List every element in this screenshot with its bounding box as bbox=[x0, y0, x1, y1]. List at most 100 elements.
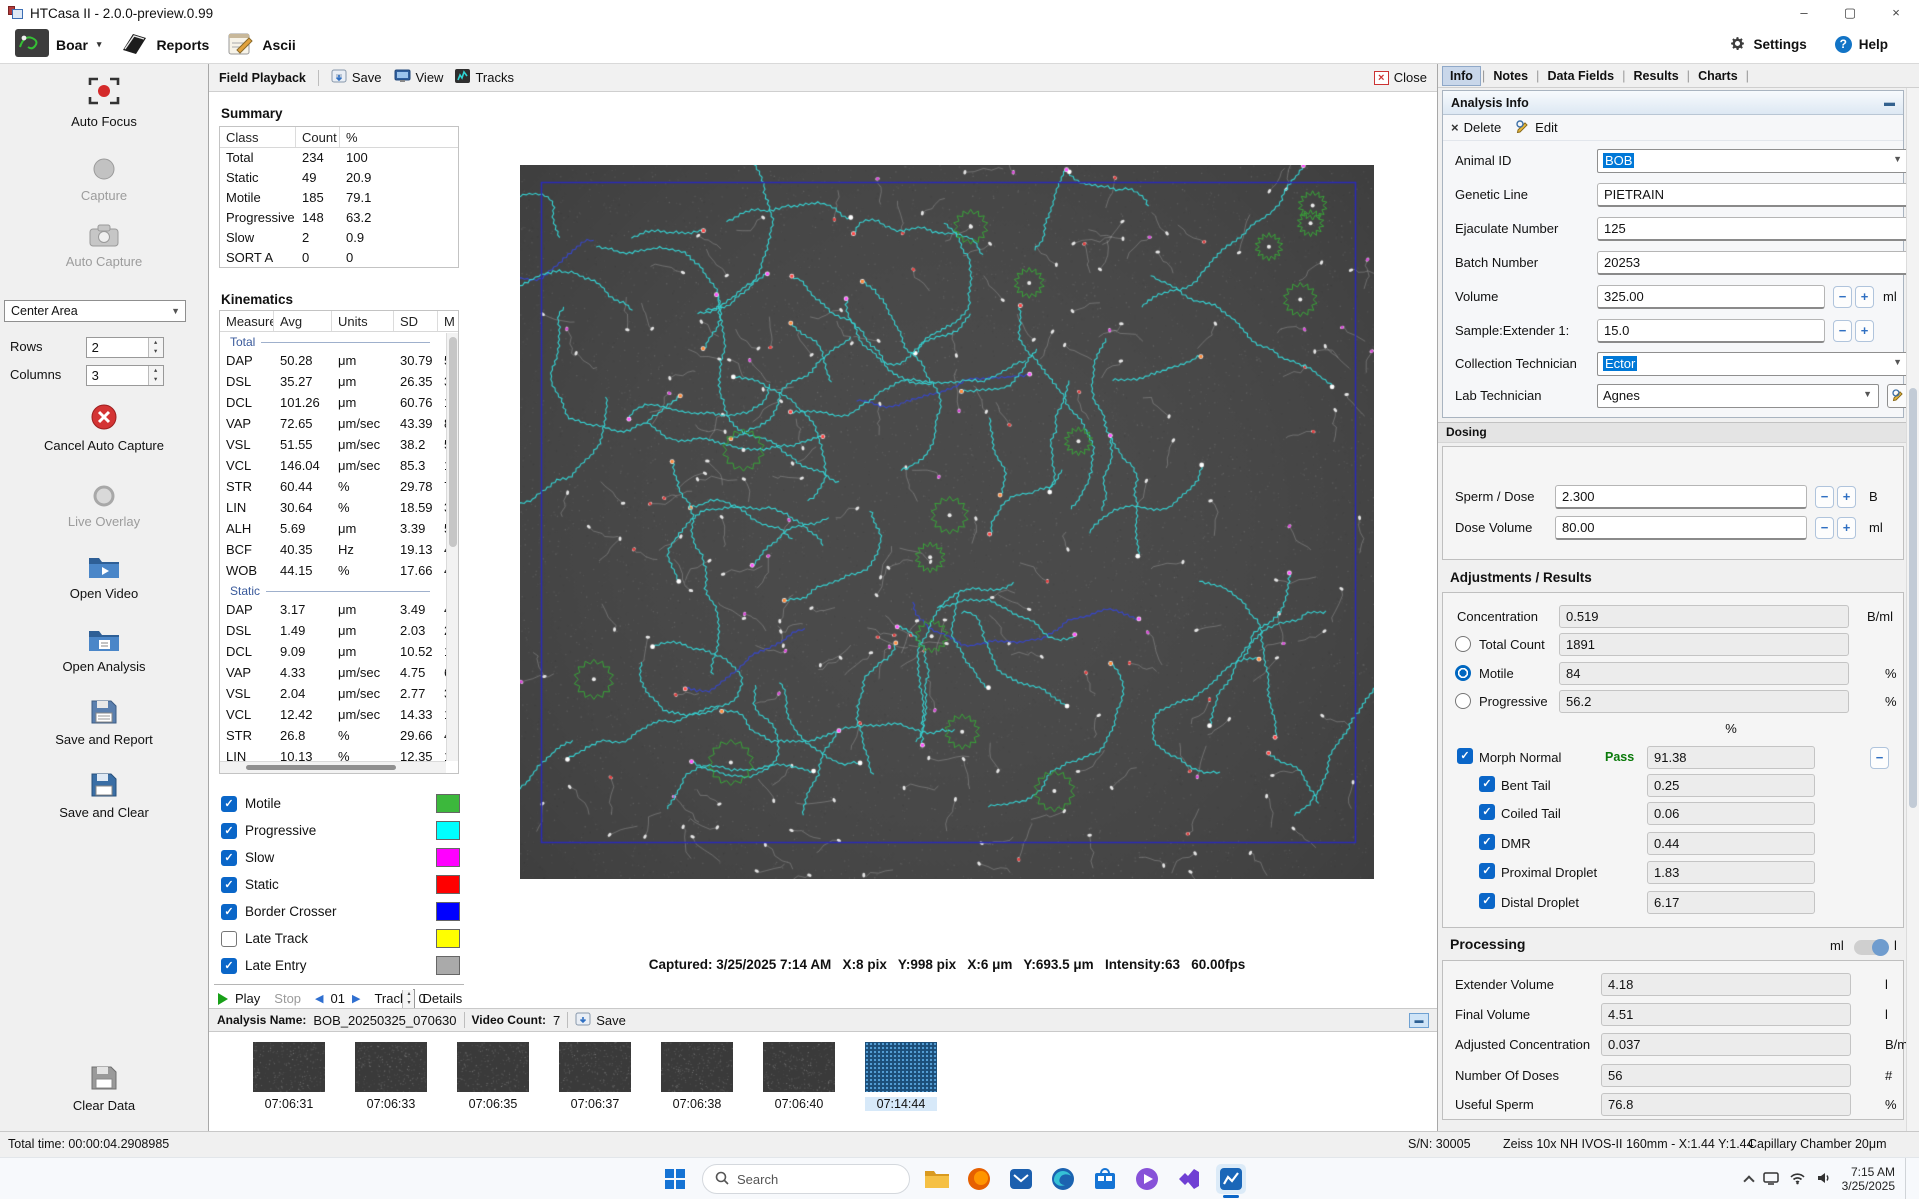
firefox-icon[interactable] bbox=[964, 1164, 994, 1194]
sperm-per-dose-increment-button[interactable]: + bbox=[1837, 486, 1856, 508]
track-spinner-arrows[interactable]: ▴▾ bbox=[402, 990, 414, 1008]
tracks-button[interactable]: Tracks bbox=[455, 69, 514, 86]
tab-charts[interactable]: Charts bbox=[1691, 67, 1745, 85]
collapse-filmstrip-button[interactable]: ▬ bbox=[1409, 1013, 1429, 1028]
taskbar-clock[interactable]: 7:15 AM 3/25/2025 bbox=[1842, 1165, 1895, 1193]
volume-increment-button[interactable]: + bbox=[1855, 286, 1874, 308]
lab-technician-combobox[interactable]: Agnes ▼ bbox=[1597, 384, 1879, 408]
next-field-button[interactable]: ▶ bbox=[352, 992, 360, 1005]
dmr-checkbox[interactable]: ✓ bbox=[1479, 834, 1495, 850]
class-color-swatch-motile[interactable] bbox=[436, 794, 460, 813]
capture-area-select[interactable]: Center Area ▼ bbox=[4, 300, 186, 322]
help-button[interactable]: ? Help bbox=[1826, 33, 1897, 56]
class-checkbox-static[interactable]: ✓ bbox=[221, 877, 237, 893]
track-stepper[interactable]: 0 ▴▾ bbox=[413, 989, 415, 1009]
sperm-per-dose-field[interactable]: 2.300 bbox=[1555, 485, 1807, 509]
htcasa-taskbar-icon[interactable] bbox=[1216, 1164, 1246, 1194]
stop-button[interactable]: Stop bbox=[274, 991, 301, 1006]
mail-app-icon[interactable] bbox=[1006, 1164, 1036, 1194]
units-toggle[interactable] bbox=[1854, 940, 1888, 955]
animal-id-combobox[interactable]: BOB ▼ bbox=[1597, 149, 1909, 173]
boar-button[interactable]: Boar ▾ bbox=[6, 26, 110, 63]
video-thumbnail-4[interactable]: 07:06:37 bbox=[559, 1042, 631, 1131]
class-color-swatch-late-entry[interactable] bbox=[436, 956, 460, 975]
ascii-button[interactable]: Ascii bbox=[218, 27, 304, 62]
delete-analysis-button[interactable]: × Delete bbox=[1451, 120, 1501, 135]
save-field-button[interactable]: Save bbox=[331, 69, 382, 86]
store-icon[interactable] bbox=[1090, 1164, 1120, 1194]
view-button[interactable]: View bbox=[394, 69, 444, 86]
file-explorer-icon[interactable] bbox=[922, 1164, 952, 1194]
batch-number-field[interactable]: 20253 bbox=[1597, 251, 1909, 275]
class-checkbox-late-track[interactable] bbox=[221, 931, 237, 947]
video-thumbnail-2[interactable]: 07:06:33 bbox=[355, 1042, 427, 1131]
distal-droplet-checkbox[interactable]: ✓ bbox=[1479, 893, 1495, 909]
dev-app-icon[interactable] bbox=[1174, 1164, 1204, 1194]
boar-dropdown-caret[interactable]: ▾ bbox=[97, 39, 102, 50]
reports-button[interactable]: Reports bbox=[110, 27, 218, 62]
live-overlay-button[interactable]: Live Overlay bbox=[0, 484, 208, 529]
display-tray-icon[interactable] bbox=[1763, 1171, 1779, 1188]
motile-radio[interactable] bbox=[1455, 665, 1471, 681]
sample-extender-field[interactable]: 15.0 bbox=[1597, 319, 1825, 343]
capture-button[interactable]: Capture bbox=[0, 156, 208, 203]
video-thumbnail-7[interactable]: 07:14:44 bbox=[865, 1042, 937, 1131]
save-and-report-button[interactable]: Save and Report bbox=[0, 698, 208, 747]
dose-volume-increment-button[interactable]: + bbox=[1837, 517, 1856, 539]
kinematics-horizontal-scrollbar[interactable] bbox=[220, 761, 446, 773]
bent-tail-checkbox[interactable]: ✓ bbox=[1479, 776, 1495, 792]
proximal-droplet-checkbox[interactable]: ✓ bbox=[1479, 863, 1495, 879]
play-button[interactable]: Play bbox=[235, 991, 260, 1006]
rows-spinner-arrows[interactable]: ▴▾ bbox=[148, 338, 163, 357]
collapse-analysis-info-button[interactable]: ▬ bbox=[1884, 97, 1895, 109]
tab-info[interactable]: Info bbox=[1442, 66, 1481, 86]
class-color-swatch-late-track[interactable] bbox=[436, 929, 460, 948]
previous-field-button[interactable]: ◀ bbox=[315, 992, 323, 1005]
sample-extender-decrement-button[interactable]: − bbox=[1833, 320, 1852, 342]
class-color-swatch-static[interactable] bbox=[436, 875, 460, 894]
maximize-button[interactable]: ▢ bbox=[1827, 0, 1873, 26]
details-button[interactable]: Details bbox=[422, 991, 462, 1006]
show-desktop-button[interactable] bbox=[1905, 1158, 1909, 1199]
save-and-clear-button[interactable]: Save and Clear bbox=[0, 771, 208, 820]
sperm-per-dose-decrement-button[interactable]: − bbox=[1815, 486, 1834, 508]
sample-extender-increment-button[interactable]: + bbox=[1855, 320, 1874, 342]
class-checkbox-slow[interactable]: ✓ bbox=[221, 850, 237, 866]
columns-stepper[interactable]: 3 ▴▾ bbox=[86, 365, 164, 386]
class-checkbox-progressive[interactable]: ✓ bbox=[221, 823, 237, 839]
media-app-icon[interactable] bbox=[1132, 1164, 1162, 1194]
auto-capture-button[interactable]: Auto Capture bbox=[0, 222, 208, 269]
volume-tray-icon[interactable] bbox=[1816, 1171, 1832, 1188]
clear-data-button[interactable]: Clear Data bbox=[0, 1064, 208, 1113]
close-field-playback-button[interactable]: × Close bbox=[1374, 70, 1427, 85]
taskbar-search-input[interactable]: Search bbox=[702, 1164, 910, 1194]
analysis-panel-scrollbar[interactable] bbox=[1906, 88, 1919, 1131]
video-thumbnail-3[interactable]: 07:06:35 bbox=[457, 1042, 529, 1131]
auto-focus-button[interactable]: Auto Focus bbox=[0, 74, 208, 129]
minimize-button[interactable]: – bbox=[1781, 0, 1827, 26]
video-thumbnail-5[interactable]: 07:06:38 bbox=[661, 1042, 733, 1131]
collection-technician-combobox[interactable]: Ector ▼ bbox=[1597, 352, 1909, 376]
class-checkbox-border-crosser[interactable]: ✓ bbox=[221, 904, 237, 920]
settings-button[interactable]: Settings bbox=[1720, 32, 1815, 58]
ejaculate-number-field[interactable]: 125 bbox=[1597, 217, 1909, 241]
save-videos-button[interactable]: Save bbox=[575, 1012, 626, 1029]
cancel-auto-capture-button[interactable]: Cancel Auto Capture bbox=[0, 402, 208, 453]
dose-volume-decrement-button[interactable]: − bbox=[1815, 517, 1834, 539]
open-video-button[interactable]: Open Video bbox=[0, 554, 208, 601]
class-checkbox-late-entry[interactable]: ✓ bbox=[221, 958, 237, 974]
progressive-radio[interactable] bbox=[1455, 693, 1471, 709]
video-thumbnail-1[interactable]: 07:06:31 bbox=[253, 1042, 325, 1131]
edge-icon[interactable] bbox=[1048, 1164, 1078, 1194]
edit-analysis-button[interactable]: Edit bbox=[1515, 119, 1557, 136]
start-button[interactable] bbox=[660, 1164, 690, 1194]
coiled-tail-checkbox[interactable]: ✓ bbox=[1479, 804, 1495, 820]
class-checkbox-motile[interactable]: ✓ bbox=[221, 796, 237, 812]
video-thumbnail-6[interactable]: 07:06:40 bbox=[763, 1042, 835, 1131]
rows-stepper[interactable]: 2 ▴▾ bbox=[86, 337, 164, 358]
class-color-swatch-border-crosser[interactable] bbox=[436, 902, 460, 921]
columns-spinner-arrows[interactable]: ▴▾ bbox=[148, 366, 163, 385]
wifi-tray-icon[interactable] bbox=[1789, 1171, 1806, 1188]
genetic-line-field[interactable]: PIETRAIN bbox=[1597, 183, 1909, 207]
volume-decrement-button[interactable]: − bbox=[1833, 286, 1852, 308]
